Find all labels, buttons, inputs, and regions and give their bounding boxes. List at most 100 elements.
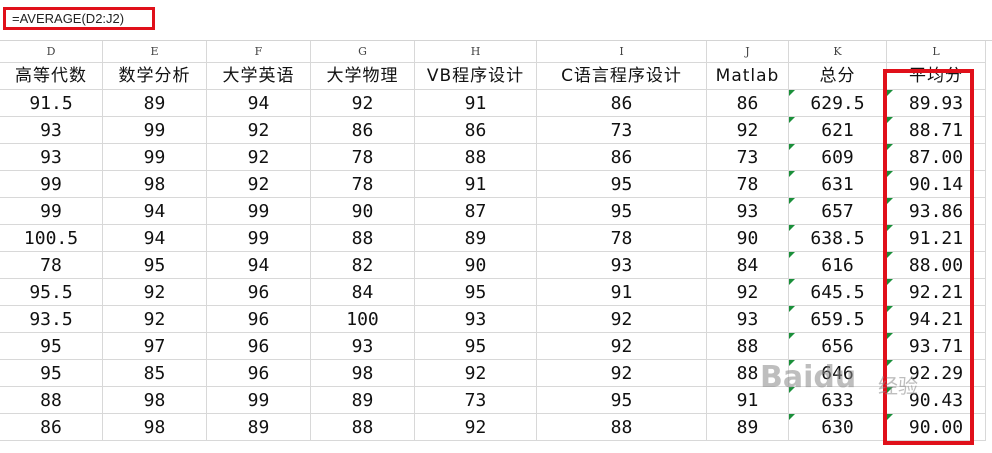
cell-i[interactable]: 73 (537, 117, 707, 144)
cell-g[interactable]: 88 (311, 414, 415, 441)
cell-j[interactable]: 84 (707, 252, 789, 279)
cell-g[interactable]: 82 (311, 252, 415, 279)
cell-i[interactable]: 88 (537, 414, 707, 441)
cell-e[interactable]: 99 (103, 144, 207, 171)
cell-j[interactable]: 93 (707, 198, 789, 225)
header-cell-j[interactable]: Matlab (707, 63, 789, 90)
cell-h[interactable]: 87 (415, 198, 537, 225)
cell-l[interactable]: 87.00 (887, 144, 986, 171)
cell-e[interactable]: 94 (103, 225, 207, 252)
cell-d[interactable]: 99 (0, 198, 103, 225)
cell-g[interactable]: 84 (311, 279, 415, 306)
cell-k[interactable]: 646 (789, 360, 887, 387)
cell-h[interactable]: 89 (415, 225, 537, 252)
cell-i[interactable]: 86 (537, 90, 707, 117)
cell-j[interactable]: 91 (707, 387, 789, 414)
cell-j[interactable]: 89 (707, 414, 789, 441)
cell-j[interactable]: 90 (707, 225, 789, 252)
cell-l[interactable]: 90.43 (887, 387, 986, 414)
cell-f[interactable]: 94 (207, 252, 311, 279)
cell-j[interactable]: 92 (707, 279, 789, 306)
header-cell-g[interactable]: 大学物理 (311, 63, 415, 90)
cell-j[interactable]: 86 (707, 90, 789, 117)
cell-e[interactable]: 98 (103, 171, 207, 198)
cell-g[interactable]: 88 (311, 225, 415, 252)
cell-e[interactable]: 98 (103, 414, 207, 441)
cell-i[interactable]: 93 (537, 252, 707, 279)
cell-l[interactable]: 88.00 (887, 252, 986, 279)
header-cell-h[interactable]: VB程序设计 (415, 63, 537, 90)
cell-g[interactable]: 86 (311, 117, 415, 144)
column-header-d[interactable]: D (0, 41, 103, 63)
cell-f[interactable]: 99 (207, 225, 311, 252)
cell-g[interactable]: 93 (311, 333, 415, 360)
column-header-e[interactable]: E (103, 41, 207, 63)
cell-i[interactable]: 92 (537, 360, 707, 387)
cell-k[interactable]: 616 (789, 252, 887, 279)
header-cell-f[interactable]: 大学英语 (207, 63, 311, 90)
cell-g[interactable]: 90 (311, 198, 415, 225)
cell-f[interactable]: 96 (207, 279, 311, 306)
header-cell-d[interactable]: 高等代数 (0, 63, 103, 90)
cell-d[interactable]: 93.5 (0, 306, 103, 333)
cell-e[interactable]: 92 (103, 306, 207, 333)
cell-h[interactable]: 91 (415, 90, 537, 117)
column-header-l[interactable]: L (887, 41, 986, 63)
cell-k[interactable]: 621 (789, 117, 887, 144)
cell-e[interactable]: 94 (103, 198, 207, 225)
cell-g[interactable]: 98 (311, 360, 415, 387)
cell-f[interactable]: 96 (207, 306, 311, 333)
cell-i[interactable]: 86 (537, 144, 707, 171)
cell-l[interactable]: 92.21 (887, 279, 986, 306)
header-cell-l[interactable]: 平均分 (887, 63, 986, 90)
cell-j[interactable]: 78 (707, 171, 789, 198)
cell-d[interactable]: 86 (0, 414, 103, 441)
cell-d[interactable]: 93 (0, 144, 103, 171)
cell-d[interactable]: 99 (0, 171, 103, 198)
cell-k[interactable]: 631 (789, 171, 887, 198)
cell-k[interactable]: 657 (789, 198, 887, 225)
column-header-j[interactable]: J (707, 41, 789, 63)
cell-d[interactable]: 93 (0, 117, 103, 144)
cell-i[interactable]: 92 (537, 306, 707, 333)
cell-l[interactable]: 91.21 (887, 225, 986, 252)
cell-l[interactable]: 93.86 (887, 198, 986, 225)
cell-d[interactable]: 78 (0, 252, 103, 279)
cell-l[interactable]: 90.14 (887, 171, 986, 198)
cell-e[interactable]: 95 (103, 252, 207, 279)
cell-i[interactable]: 78 (537, 225, 707, 252)
cell-h[interactable]: 73 (415, 387, 537, 414)
cell-l[interactable]: 89.93 (887, 90, 986, 117)
cell-j[interactable]: 73 (707, 144, 789, 171)
cell-f[interactable]: 92 (207, 171, 311, 198)
cell-f[interactable]: 92 (207, 117, 311, 144)
cell-k[interactable]: 645.5 (789, 279, 887, 306)
cell-h[interactable]: 95 (415, 333, 537, 360)
cell-h[interactable]: 90 (415, 252, 537, 279)
cell-i[interactable]: 92 (537, 333, 707, 360)
cell-d[interactable]: 95.5 (0, 279, 103, 306)
header-cell-i[interactable]: C语言程序设计 (537, 63, 707, 90)
cell-i[interactable]: 95 (537, 198, 707, 225)
cell-h[interactable]: 88 (415, 144, 537, 171)
cell-g[interactable]: 78 (311, 144, 415, 171)
cell-i[interactable]: 95 (537, 387, 707, 414)
header-cell-k[interactable]: 总分 (789, 63, 887, 90)
cell-j[interactable]: 88 (707, 360, 789, 387)
column-header-h[interactable]: H (415, 41, 537, 63)
cell-j[interactable]: 88 (707, 333, 789, 360)
cell-g[interactable]: 89 (311, 387, 415, 414)
cell-l[interactable]: 93.71 (887, 333, 986, 360)
cell-j[interactable]: 93 (707, 306, 789, 333)
cell-h[interactable]: 86 (415, 117, 537, 144)
cell-j[interactable]: 92 (707, 117, 789, 144)
cell-k[interactable]: 656 (789, 333, 887, 360)
cell-d[interactable]: 95 (0, 333, 103, 360)
cell-g[interactable]: 92 (311, 90, 415, 117)
cell-f[interactable]: 92 (207, 144, 311, 171)
cell-e[interactable]: 99 (103, 117, 207, 144)
cell-h[interactable]: 95 (415, 279, 537, 306)
cell-l[interactable]: 88.71 (887, 117, 986, 144)
cell-k[interactable]: 609 (789, 144, 887, 171)
column-header-f[interactable]: F (207, 41, 311, 63)
